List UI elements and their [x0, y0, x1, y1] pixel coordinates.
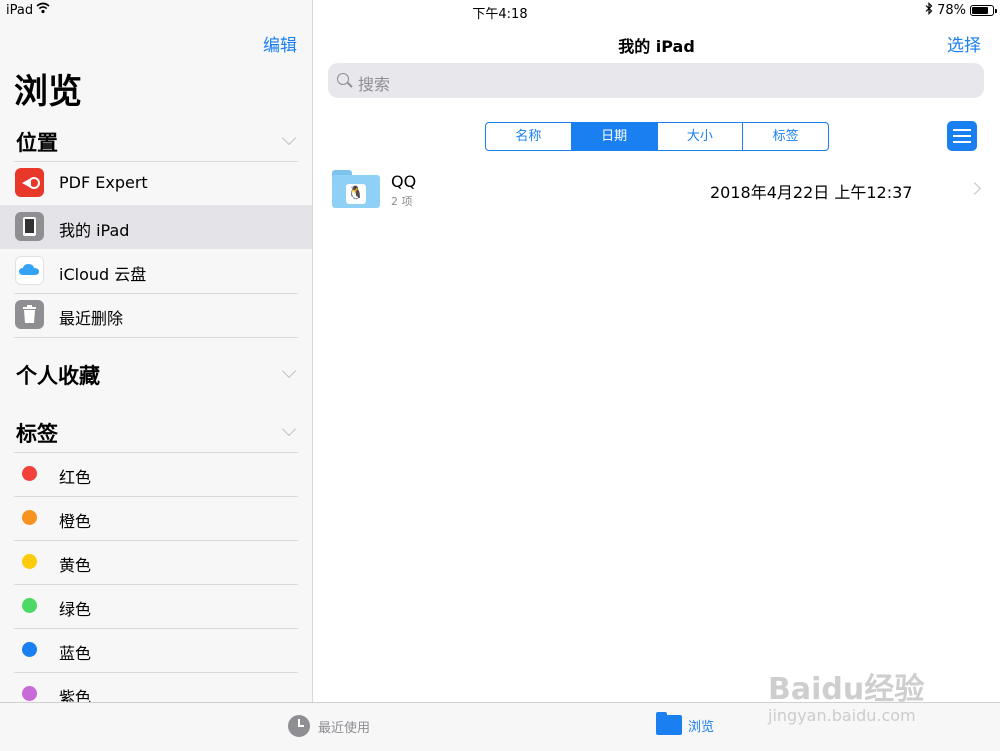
- file-item-count: 2 项: [391, 195, 413, 208]
- trash-icon: [15, 300, 44, 329]
- divider: [14, 672, 298, 673]
- clock-icon: [288, 715, 310, 737]
- tag-item-orange[interactable]: 橙色: [0, 496, 312, 540]
- sidebar-item-my-ipad[interactable]: 我的 iPad: [0, 205, 312, 249]
- tab-browse-label: 浏览: [688, 719, 715, 735]
- sidebar-title: 浏览: [14, 72, 82, 112]
- sidebar-item-label: 我的 iPad: [59, 221, 130, 240]
- edit-button[interactable]: 编辑: [263, 31, 297, 56]
- section-divider: [0, 337, 312, 338]
- sort-segmented-control: 名称 日期 大小 标签: [485, 122, 829, 151]
- sort-tab-tags[interactable]: 标签: [742, 123, 828, 150]
- sidebar-item-label: 最近删除: [59, 309, 124, 328]
- tag-color-dot: [22, 554, 37, 569]
- sidebar-item-label: PDF Expert: [59, 173, 148, 192]
- status-bar: iPad 下午4:18 78%: [0, 0, 1000, 22]
- tag-label: 蓝色: [59, 644, 92, 663]
- qq-penguin-icon: 🐧: [346, 184, 366, 204]
- battery-icon: [970, 5, 997, 16]
- tag-item-purple[interactable]: 紫色: [0, 672, 312, 702]
- sort-tab-date[interactable]: 日期: [570, 123, 657, 150]
- tag-label: 橙色: [59, 512, 92, 531]
- sidebar-item-pdf-expert[interactable]: PDF Expert: [0, 161, 312, 205]
- ipad-icon: [15, 212, 44, 241]
- chevron-down-icon: [281, 363, 297, 379]
- tag-item-yellow[interactable]: 黄色: [0, 540, 312, 584]
- tag-label: 绿色: [59, 600, 92, 619]
- tab-browse[interactable]: 浏览: [656, 712, 715, 735]
- list-line: [953, 135, 971, 137]
- divider: [14, 628, 298, 629]
- sidebar-item-label: iCloud 云盘: [59, 265, 147, 284]
- divider: [14, 496, 298, 497]
- section-tags[interactable]: 标签: [0, 412, 312, 452]
- tag-color-dot: [22, 466, 37, 481]
- battery-nub: [995, 9, 997, 13]
- tag-label: 紫色: [59, 688, 92, 702]
- list-line: [953, 141, 971, 143]
- section-locations[interactable]: 位置: [0, 121, 312, 161]
- list-view-icon[interactable]: [947, 121, 977, 151]
- sort-tab-size[interactable]: 大小: [656, 123, 743, 150]
- icloud-icon: [15, 256, 44, 285]
- section-favorites[interactable]: 个人收藏: [0, 354, 312, 394]
- search-placeholder: 搜索: [358, 75, 391, 94]
- search-field[interactable]: 搜索: [328, 63, 984, 98]
- tag-color-dot: [22, 598, 37, 613]
- tag-label: 黄色: [59, 556, 92, 575]
- file-row-qq[interactable]: 🐧 QQ 2 项 2018年4月22日 上午12:37: [313, 163, 1000, 215]
- status-right: 78%: [925, 2, 997, 19]
- tag-color-dot: [22, 510, 37, 525]
- tag-item-blue[interactable]: 蓝色: [0, 628, 312, 672]
- tab-recents-label: 最近使用: [318, 720, 371, 736]
- list-line: [953, 129, 971, 131]
- sort-tab-name[interactable]: 名称: [486, 123, 571, 150]
- tag-item-green[interactable]: 绿色: [0, 584, 312, 628]
- section-locations-label: 位置: [16, 131, 58, 155]
- file-date: 2018年4月22日 上午12:37: [710, 183, 913, 202]
- section-tags-label: 标签: [16, 422, 58, 446]
- tag-color-dot: [22, 686, 37, 701]
- divider: [14, 293, 298, 294]
- select-button[interactable]: 选择: [947, 31, 981, 56]
- chevron-right-icon: [968, 182, 981, 195]
- battery-percent: 78%: [937, 3, 966, 18]
- chevron-down-icon: [281, 130, 297, 146]
- divider: [14, 161, 298, 162]
- bluetooth-icon: [925, 2, 933, 19]
- divider: [14, 584, 298, 585]
- sidebar: 编辑 浏览 位置 PDF Expert 我的 iPad iCloud 云盘 最近…: [0, 0, 313, 702]
- battery-fill: [972, 7, 988, 14]
- page-title: 我的 iPad: [618, 37, 695, 56]
- sidebar-item-icloud[interactable]: iCloud 云盘: [0, 249, 312, 293]
- watermark-url: jingyan.baidu.com: [768, 706, 916, 725]
- watermark-logo: Baidu经验: [768, 672, 925, 707]
- divider: [14, 452, 298, 453]
- divider: [14, 337, 298, 338]
- pdf-expert-icon: [15, 168, 44, 197]
- divider: [14, 540, 298, 541]
- folder-icon: 🐧: [332, 170, 380, 208]
- file-name: QQ: [391, 172, 417, 191]
- tag-color-dot: [22, 642, 37, 657]
- folder-icon: [656, 712, 682, 735]
- sidebar-item-recently-deleted[interactable]: 最近删除: [0, 293, 312, 337]
- tab-recents[interactable]: 最近使用: [288, 715, 370, 737]
- status-time: 下午4:18: [472, 7, 528, 22]
- search-icon: [337, 73, 349, 85]
- chevron-down-icon: [281, 421, 297, 437]
- tag-label: 红色: [59, 468, 92, 487]
- tag-item-red[interactable]: 红色: [0, 452, 312, 496]
- section-favorites-label: 个人收藏: [16, 364, 100, 388]
